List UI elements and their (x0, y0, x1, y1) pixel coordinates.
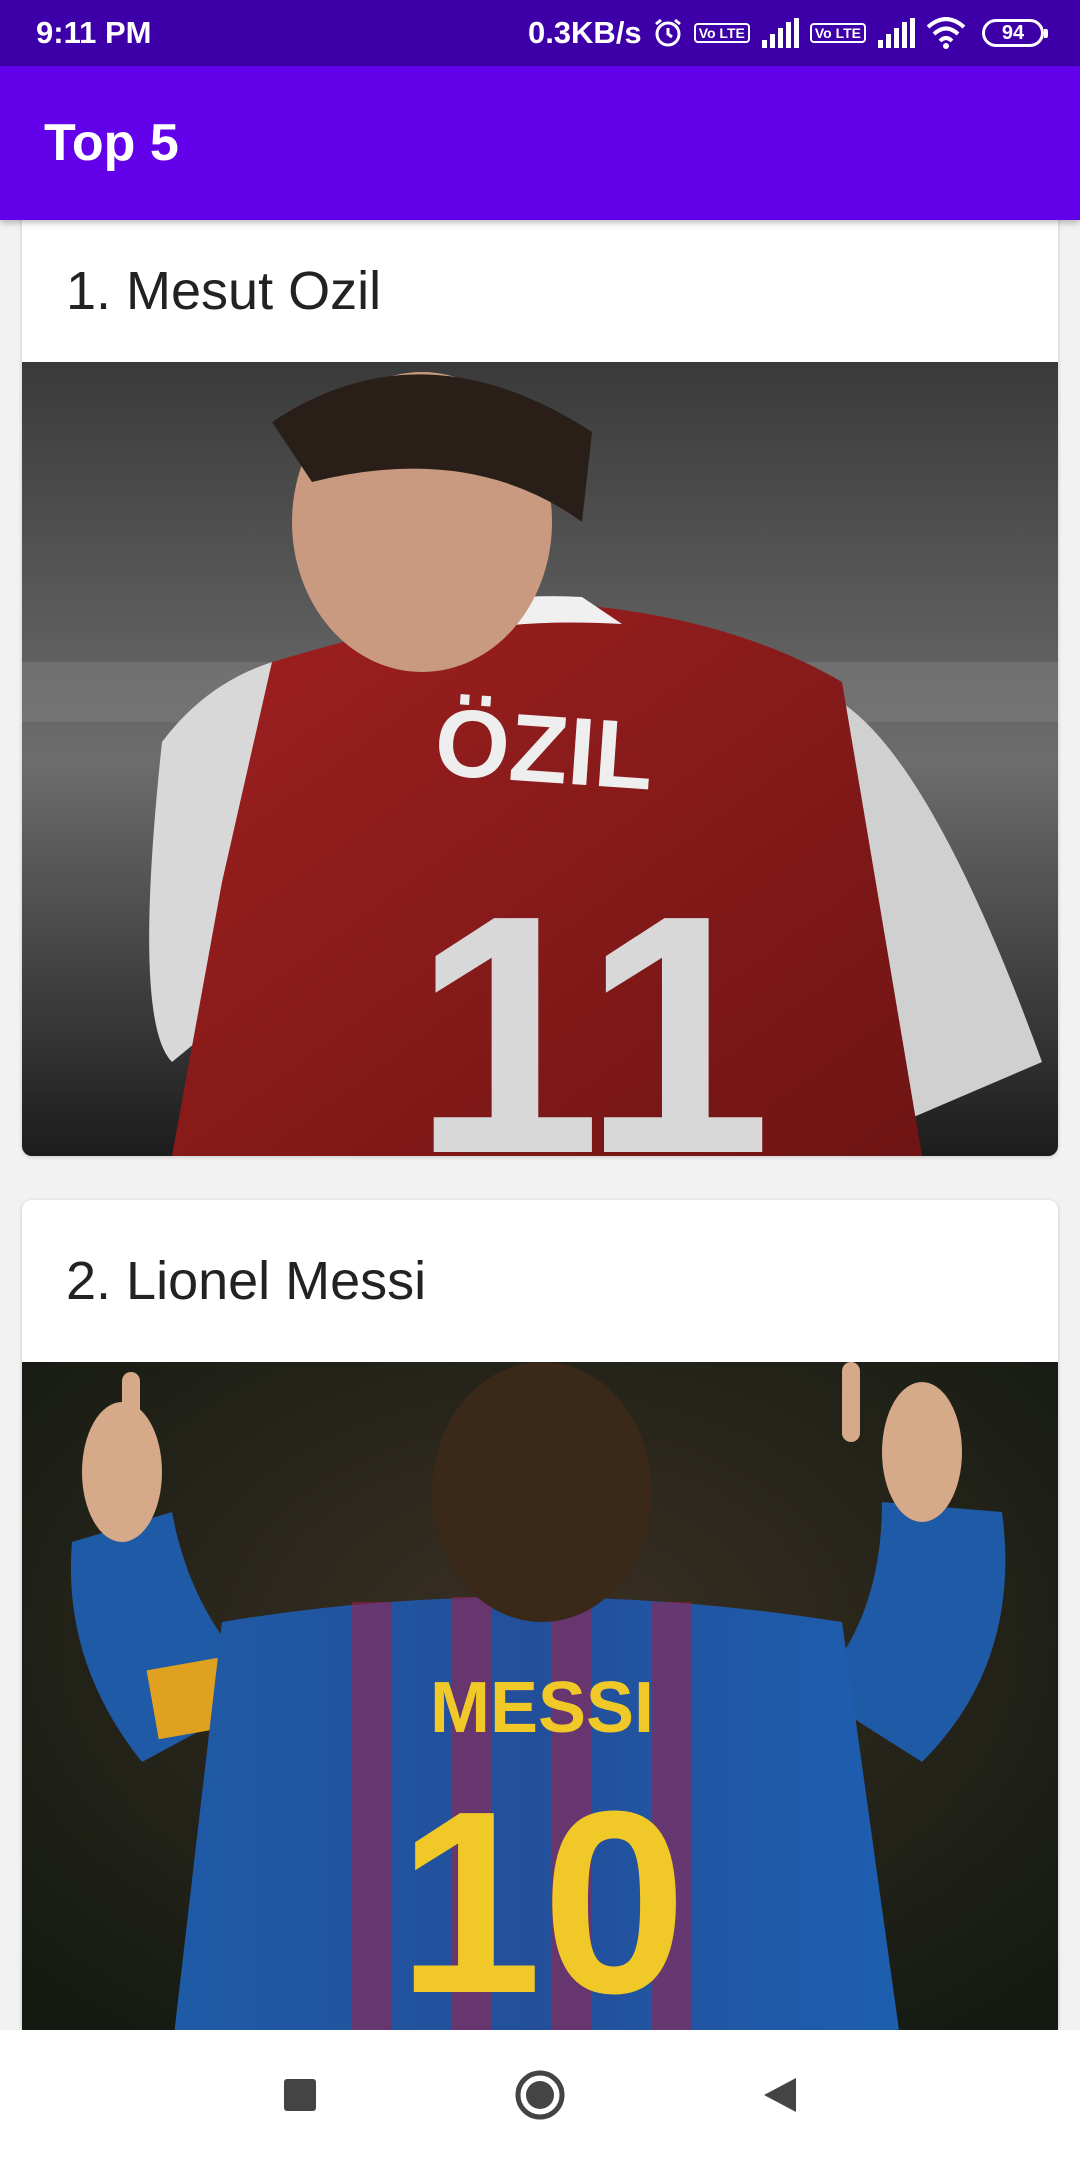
signal-icon (760, 18, 800, 48)
volte-icon: Vo LTE (693, 23, 750, 43)
player-title: 2. Lionel Messi (66, 1251, 427, 1311)
status-time: 9:11 PM (36, 15, 152, 50)
page-title: Top 5 (44, 114, 179, 172)
back-triangle-icon[interactable] (750, 2065, 810, 2125)
battery-icon: 94 (982, 19, 1048, 47)
player-photo: ÖZIL 11 (22, 362, 1058, 1156)
signal-icon (876, 18, 916, 48)
player-card-messi[interactable]: 2. Lionel Messi MESSI 10 (22, 1200, 1058, 2030)
player-list[interactable]: 1. Mesut Ozil ÖZIL 11 2. Lionel Messi ME… (0, 220, 1080, 2030)
jersey-number: 11 (412, 845, 771, 1156)
jersey-name: MESSI (430, 1668, 654, 1748)
recents-square-icon[interactable] (270, 2065, 330, 2125)
wifi-icon (926, 17, 966, 49)
network-speed: 0.3KB/s (527, 15, 642, 50)
player-title: 1. Mesut Ozil (66, 261, 382, 321)
jersey-name: ÖZIL (431, 689, 657, 811)
app-bar: Top 5 (0, 66, 1080, 220)
status-bar: 9:11 PM 0.3KB/s Vo LTE Vo LTE 94 (0, 0, 1080, 66)
alarm-icon (652, 17, 684, 49)
system-nav-bar (0, 2030, 1080, 2160)
status-icons: 0.3KB/s Vo LTE Vo LTE 94 (527, 15, 1048, 51)
jersey-number: 10 (397, 1758, 686, 2030)
home-circle-icon[interactable] (510, 2065, 570, 2125)
volte-icon: Vo LTE (809, 23, 866, 43)
player-photo: MESSI 10 (22, 1362, 1058, 2030)
player-card-ozil[interactable]: 1. Mesut Ozil ÖZIL 11 (22, 220, 1058, 1156)
